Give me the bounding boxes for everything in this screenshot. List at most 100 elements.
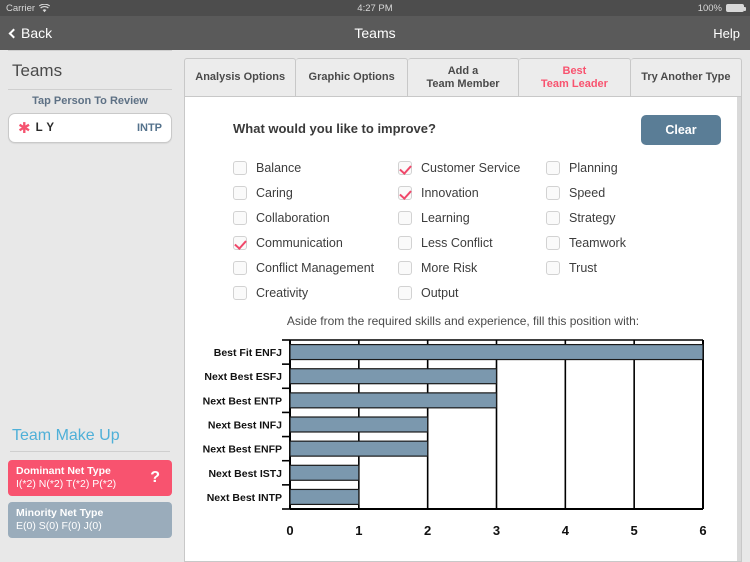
chart-category-label: Next Best ISTJ (208, 468, 282, 480)
checkbox-trust[interactable]: Trust (546, 255, 721, 280)
checkbox-icon[interactable] (398, 235, 412, 250)
checkbox-checked-icon[interactable] (233, 235, 247, 250)
checkbox-checked-icon[interactable] (398, 160, 412, 175)
tab-analysis-options[interactable]: Analysis Options (184, 58, 297, 96)
tab-best-team-leader-label: Best Team Leader (541, 65, 608, 90)
body-area: Teams Tap Person To Review ✱ L Y INTP Te… (0, 50, 750, 562)
page-title: Teams (354, 25, 396, 41)
chart-x-tick-label: 6 (699, 523, 706, 538)
checkbox-label: Collaboration (256, 210, 330, 225)
chart-x-tick-label: 4 (562, 523, 570, 538)
best-team-leader-bar-chart: Best Fit ENFJ Next Best ESFJ Next Best ENT… (203, 339, 707, 538)
minority-net-type-badge[interactable]: Minority Net Type E(0) S(0) F(0) J(0) (8, 501, 172, 538)
sidebar-subtitle: Tap Person To Review (32, 95, 148, 107)
battery-full-icon (726, 4, 746, 12)
back-button[interactable]: Back (8, 25, 53, 41)
checkbox-icon[interactable] (233, 210, 247, 225)
chart-container: Best Fit ENFJ Next Best ESFJ Next Best ENT… (185, 334, 741, 549)
checkbox-learning[interactable]: Learning (398, 205, 546, 230)
tab-graphic-options[interactable]: Graphic Options (296, 58, 408, 96)
app-root: Carrier 4:27 PM 100% Back Teams Help Tea… (0, 0, 750, 562)
checkbox-label: Speed (569, 185, 606, 200)
help-question-icon[interactable]: ? (150, 469, 160, 487)
tab-best-team-leader[interactable]: Best Team Leader (519, 58, 631, 96)
chevron-left-icon (8, 28, 19, 38)
checkbox-speed[interactable]: Speed (546, 180, 721, 205)
tab-bar: Analysis Options Graphic Options Add a T… (184, 58, 743, 96)
tab-add-a-team-member-label: Add a Team Member (426, 65, 499, 90)
back-button-label: Back (21, 25, 53, 41)
checkbox-more-risk[interactable]: More Risk (398, 255, 546, 280)
checkbox-icon[interactable] (546, 235, 560, 250)
dominant-net-type-label: Dominant Net Type (16, 464, 111, 477)
sidebar-bottom-pad (0, 544, 180, 562)
checkbox-icon[interactable] (546, 185, 560, 200)
chart-x-tick-label: 5 (631, 523, 638, 538)
person-type: INTP (136, 122, 162, 134)
checkbox-icon[interactable] (398, 210, 412, 225)
checkbox-icon[interactable] (233, 160, 247, 175)
checkbox-conflict-management[interactable]: Conflict Management (233, 255, 398, 280)
dominant-net-type-badge[interactable]: Dominant Net Type I(*2) N(*2) T(*2) P(*2… (8, 459, 172, 496)
minority-net-type-label: Minority Net Type (16, 506, 104, 519)
chart-category-label: Next Best ESFJ (204, 371, 282, 383)
clear-button[interactable]: Clear (641, 115, 721, 145)
checkbox-creativity[interactable]: Creativity (233, 280, 398, 305)
chart-category-label: Best Fit ENFJ (214, 347, 282, 359)
chart-x-tick-label: 0 (286, 523, 293, 538)
tab-label-line2: Team Member (426, 77, 500, 90)
checkbox-label: Innovation (421, 185, 479, 200)
chart-category-label: Next Best INTP (207, 492, 282, 504)
checkbox-caring[interactable]: Caring (233, 180, 398, 205)
checkbox-communication[interactable]: Communication (233, 230, 398, 255)
chart-x-tick-label: 3 (493, 523, 500, 538)
checkbox-icon[interactable] (233, 260, 247, 275)
checkbox-label: Balance (256, 160, 302, 175)
tab-label-line2: Team Leader (540, 77, 608, 90)
checkbox-label: Caring (256, 185, 293, 200)
chart-category-label: Next Best INFJ (208, 420, 282, 432)
minority-net-type-values: E(0) S(0) F(0) J(0) (16, 519, 102, 532)
team-make-up-divider (10, 450, 170, 452)
tab-add-a-team-member[interactable]: Add a Team Member (407, 58, 520, 96)
checkbox-output[interactable]: Output (398, 280, 546, 305)
checkbox-checked-icon[interactable] (398, 185, 412, 200)
checkbox-label: Strategy (569, 210, 616, 225)
checkbox-icon[interactable] (546, 160, 560, 175)
help-button[interactable]: Help (713, 26, 740, 41)
main-content: Analysis Options Graphic Options Add a T… (180, 50, 750, 562)
status-bar: Carrier 4:27 PM 100% (0, 0, 750, 16)
list-item-person[interactable]: ✱ L Y INTP (8, 113, 172, 143)
asterisk-icon: ✱ (18, 119, 31, 137)
checkbox-icon[interactable] (398, 285, 412, 300)
checkbox-empty-slot (546, 280, 721, 305)
checkbox-planning[interactable]: Planning (546, 155, 721, 180)
checkbox-customer-service[interactable]: Customer Service (398, 155, 546, 180)
chart-category-label: Next Best ENFP (203, 444, 282, 456)
checkbox-teamwork[interactable]: Teamwork (546, 230, 721, 255)
tab-label-line1: Best (562, 64, 587, 77)
checkbox-innovation[interactable]: Innovation (398, 180, 546, 205)
question-row: What would you like to improve? Clear (185, 97, 741, 145)
checkbox-balance[interactable]: Balance (233, 155, 398, 180)
chart-x-tick-label: 2 (424, 523, 431, 538)
checkbox-label: Creativity (256, 285, 309, 300)
checkbox-icon[interactable] (546, 210, 560, 225)
checkbox-icon[interactable] (546, 260, 560, 275)
checkbox-icon[interactable] (398, 260, 412, 275)
tab-try-another-type[interactable]: Try Another Type (630, 58, 743, 96)
sidebar-title: Teams (12, 61, 63, 80)
improve-question: What would you like to improve? (233, 121, 436, 136)
checkbox-strategy[interactable]: Strategy (546, 205, 721, 230)
status-bar-time: 4:27 PM (357, 2, 393, 14)
checkbox-label: Less Conflict (421, 235, 493, 250)
dominant-net-type-values: I(*2) N(*2) T(*2) P(*2) (16, 477, 117, 490)
checkbox-collaboration[interactable]: Collaboration (233, 205, 398, 230)
checkbox-label: Output (421, 285, 459, 300)
tab-label-line1: Add a (447, 64, 479, 77)
checkbox-less-conflict[interactable]: Less Conflict (398, 230, 546, 255)
person-name: L Y (35, 122, 55, 134)
checkbox-icon[interactable] (233, 185, 247, 200)
checkbox-icon[interactable] (233, 285, 247, 300)
